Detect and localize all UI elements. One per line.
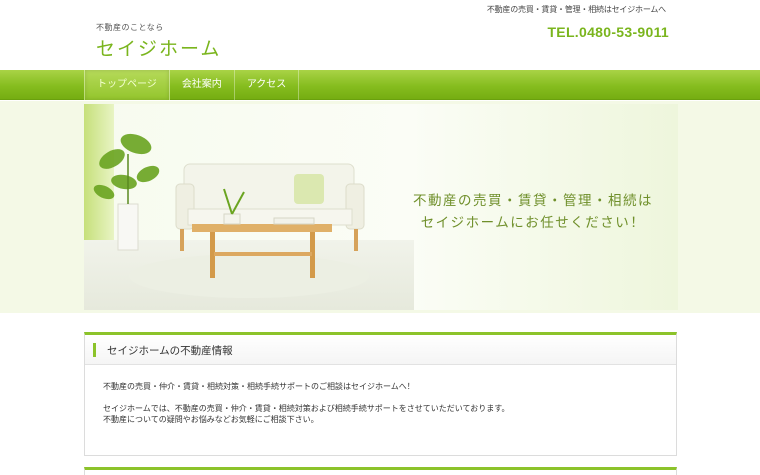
plant-leaves [93,133,160,200]
sofa [175,163,365,251]
phone-number: TEL.0480-53-9011 [547,24,669,40]
plant-pot [117,203,139,251]
hero-line-2: セイジホームにお任せください！ [420,215,646,231]
nav-item-access[interactable]: アクセス [235,70,300,100]
section-header: セイジホームの不動産情報 [85,335,676,365]
main-nav: トップページ 会社案内 アクセス [0,70,760,100]
header-tagline: 不動産の売買・賃貸・管理・相続はセイジホームへ [486,5,666,14]
section-paragraph-2: セイジホームでは、不動産の売買・仲介・賃貸・相続対策および相続手続サポートをさせ… [103,404,510,413]
logo-subtitle: 不動産のことなら [96,23,164,32]
next-section-top [84,467,677,475]
info-section: セイジホームの不動産情報 不動産の売買・仲介・賃貸・相続対策・相続手続サポートの… [84,332,677,456]
living-room-illustration [93,133,369,298]
section-paragraph-1: 不動産の売買・仲介・賃貸・相続対策・相続手続サポートのご相談はセイジホームへ！ [103,382,415,391]
section-body: 不動産の売買・仲介・賃貸・相続対策・相続手続サポートのご相談はセイジホームへ！ … [85,365,676,441]
section-accent-bar [93,343,96,357]
nav-item-company[interactable]: 会社案内 [170,70,235,100]
logo-title: セイジホーム [96,38,222,60]
section-paragraph-3: 不動産についての疑問やお悩みなどお気軽にご相談下さい。 [103,415,319,424]
hero-message: 不動産の売買・賃貸・管理・相続は セイジホームにお任せください！ [402,190,664,234]
nav-item-top[interactable]: トップページ [84,70,170,100]
section-title: セイジホームの不動産情報 [107,345,233,357]
site-logo[interactable]: 不動産のことなら セイジホーム [96,22,221,61]
hero-line-1: 不動産の売買・賃貸・管理・相続は [413,193,653,209]
hero-banner: 不動産の売買・賃貸・管理・相続は セイジホームにお任せください！ [84,104,678,310]
